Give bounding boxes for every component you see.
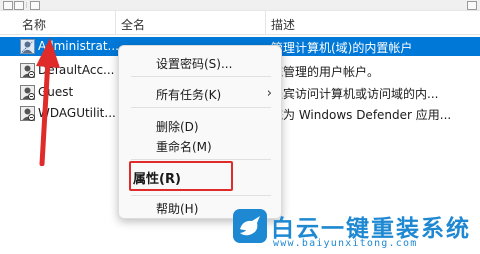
menu-item-delete[interactable]: 删除(D): [156, 118, 199, 135]
row-description: 来宾访问计算机或访问域的内...: [271, 87, 439, 101]
forward-icon[interactable]: [14, 1, 24, 10]
row-description: 统管理的用户帐户。: [271, 65, 380, 79]
menu-item-set-password[interactable]: 设置密码(S)...: [156, 55, 232, 72]
column-header-description[interactable]: 描述: [271, 16, 295, 33]
watermark: 白云一键重装系统 www.baiyunxitong.com: [233, 205, 478, 251]
row-description: 管理计算机(域)的内置帐户: [271, 41, 413, 55]
column-header-name[interactable]: 名称: [22, 16, 46, 33]
action-icon[interactable]: [467, 1, 477, 10]
red-arrow-annotation: [36, 38, 60, 166]
user-icon: [20, 39, 35, 54]
menu-item-all-tasks[interactable]: 所有任务(K): [156, 86, 221, 103]
list-header: 名称 全名 描述: [0, 11, 480, 35]
menu-divider: [131, 159, 271, 160]
menu-divider: [131, 107, 271, 108]
user-icon: [20, 63, 35, 78]
menu-item-help[interactable]: 帮助(H): [156, 200, 198, 217]
bird-logo-icon: [233, 209, 267, 243]
menu-item-properties[interactable]: 属性(R): [133, 168, 181, 187]
chevron-right-icon: ›: [266, 86, 272, 101]
toolbar: [0, 0, 480, 11]
context-menu: 设置密码(S)... 所有任务(K) › 删除(D) 重命名(M) 属性(R) …: [118, 45, 282, 219]
menu-divider: [131, 195, 271, 196]
column-divider[interactable]: [115, 11, 116, 34]
row-description: 统为 Windows Defender 应用...: [271, 108, 452, 122]
column-divider[interactable]: [265, 11, 266, 34]
watermark-url: www.baiyunxitong.com: [273, 238, 418, 249]
refresh-icon[interactable]: [30, 1, 40, 10]
user-icon: [20, 106, 35, 121]
column-header-fullname[interactable]: 全名: [121, 16, 145, 33]
toolbar-divider: [26, 2, 27, 8]
menu-divider: [131, 76, 271, 77]
back-icon[interactable]: [3, 1, 13, 10]
user-icon: [20, 85, 35, 100]
menu-item-rename[interactable]: 重命名(M): [156, 138, 212, 155]
